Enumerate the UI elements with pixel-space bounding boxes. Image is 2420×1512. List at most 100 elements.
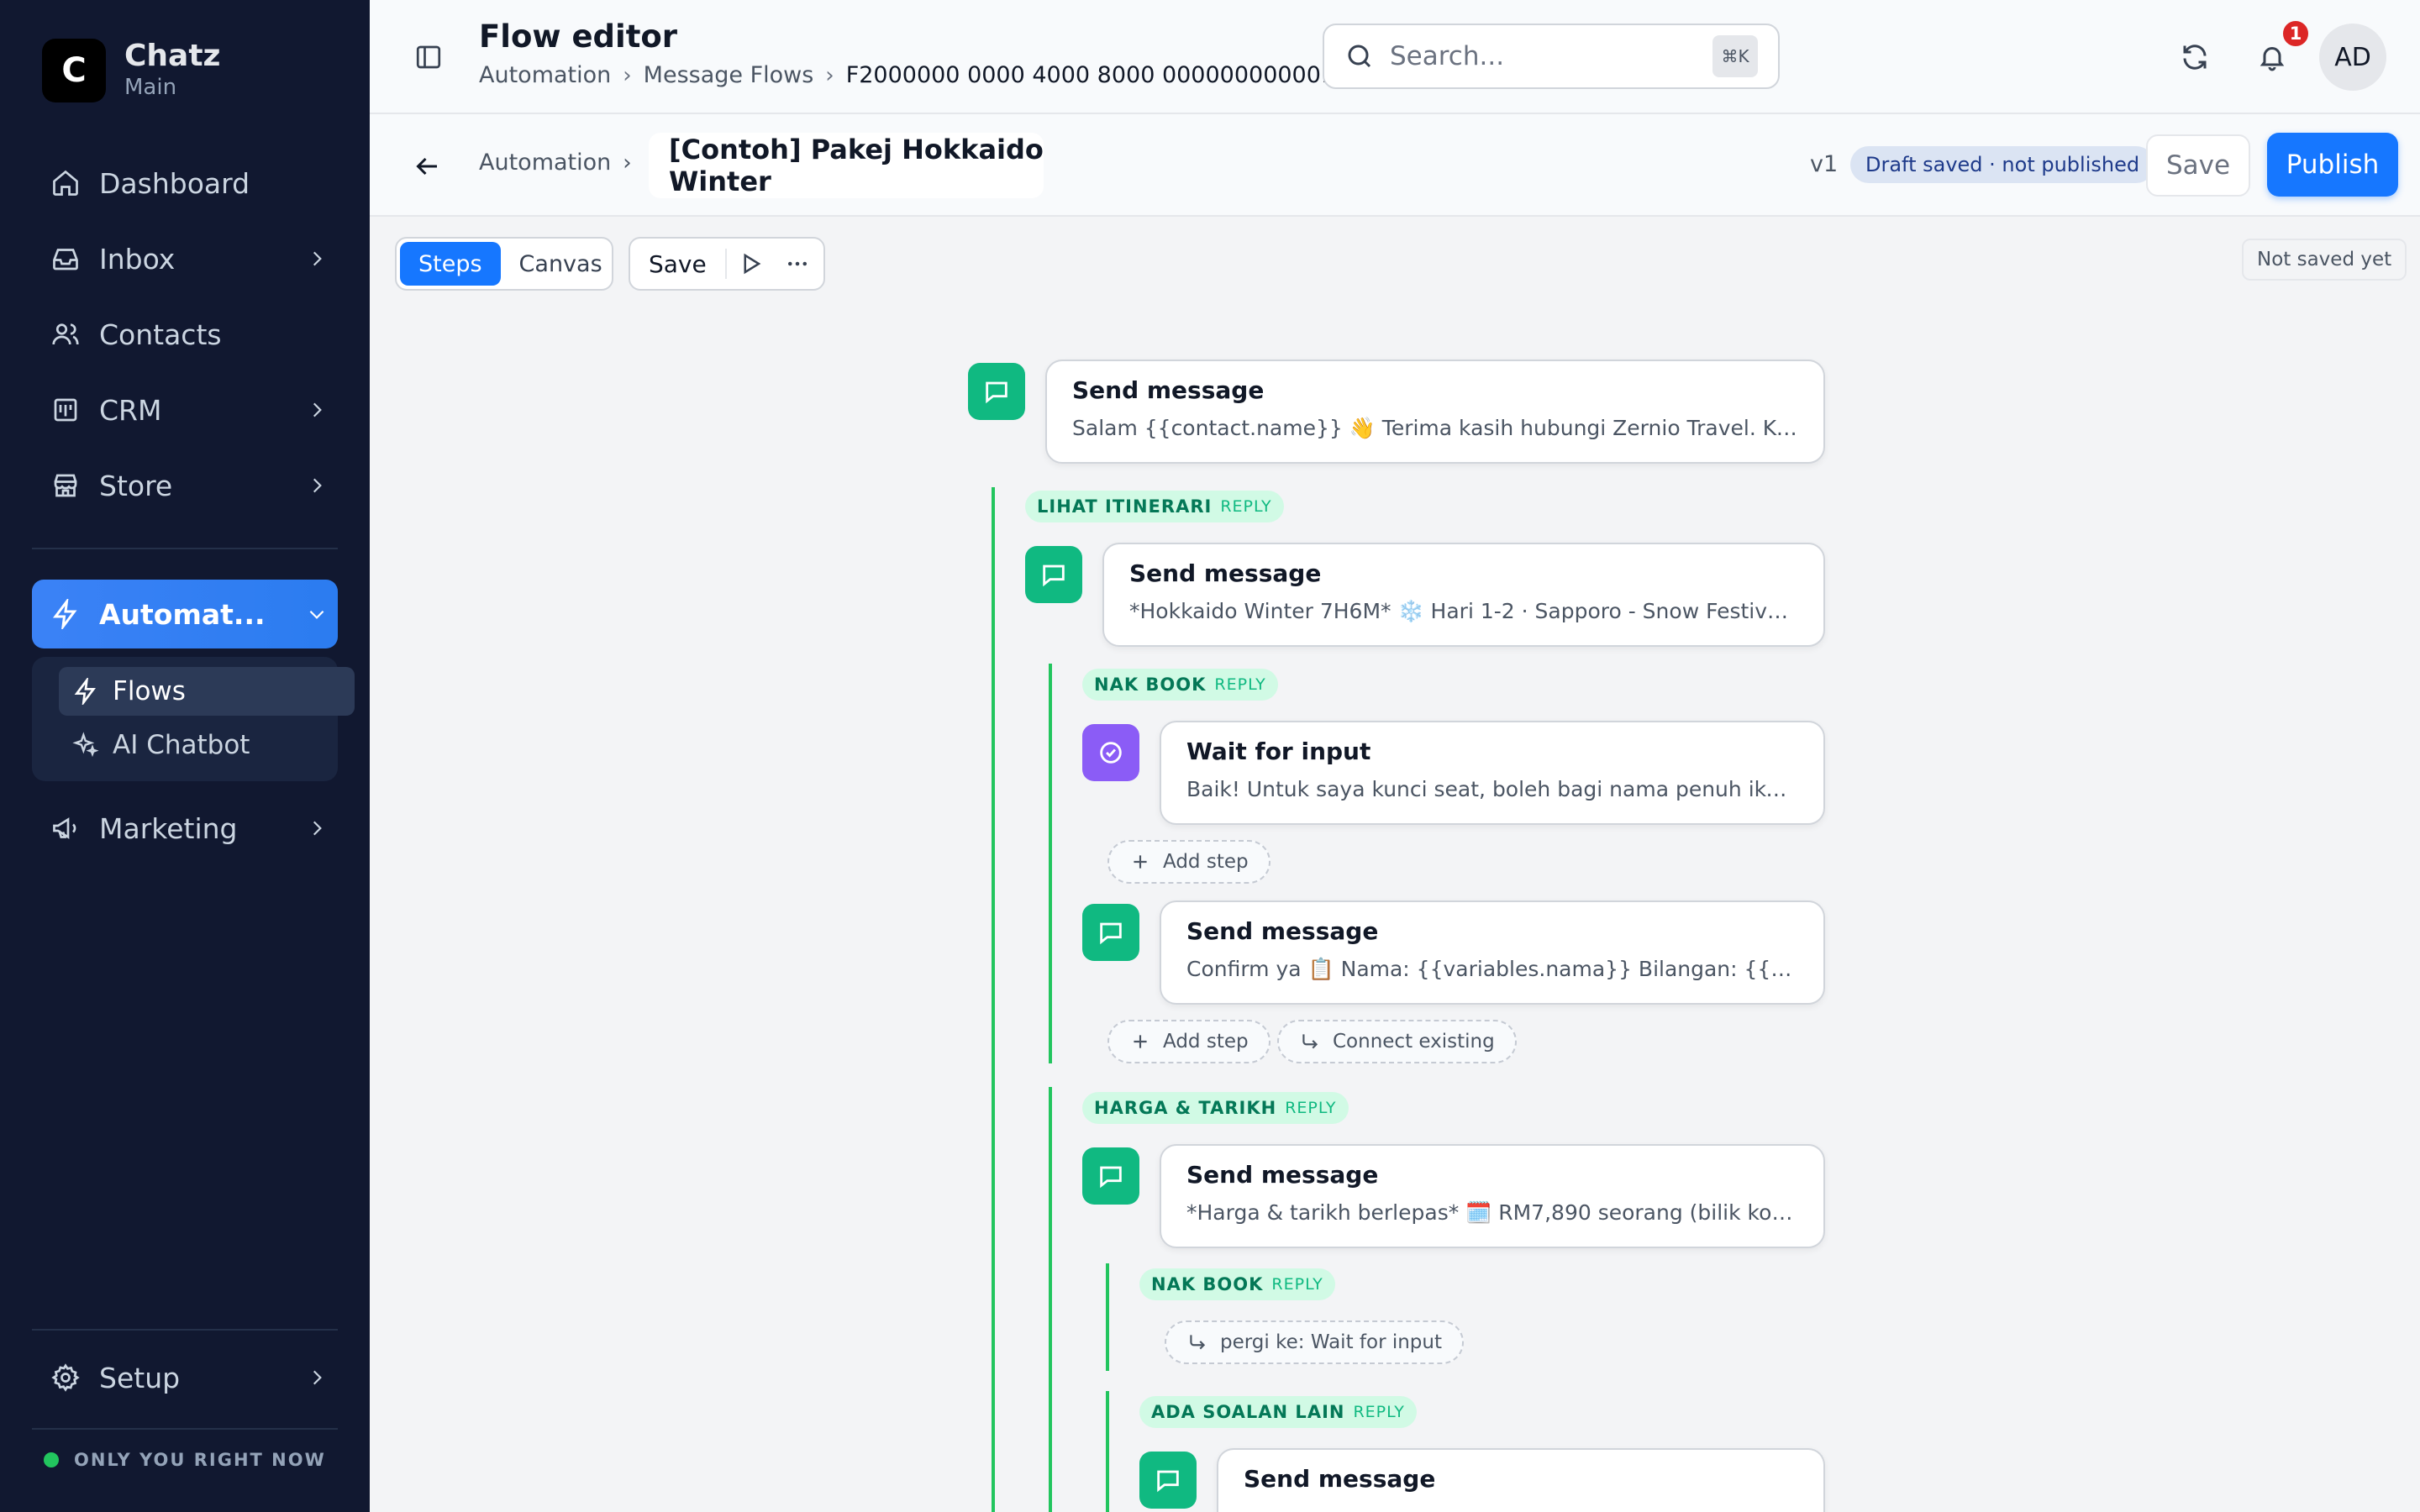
chevron-right-icon: › <box>825 62 834 88</box>
sidebar-item-dashboard[interactable]: Dashboard <box>32 151 338 215</box>
reply-branch-tag[interactable]: NAK BOOK REPLY <box>1139 1268 1335 1300</box>
step-preview: *Harga & tarikh berlepas* 🗓️ RM7,890 seo… <box>1186 1200 1798 1225</box>
step-type-badge <box>1082 904 1139 961</box>
reply-label: NAK BOOK <box>1094 675 1207 695</box>
sparkles-icon <box>59 732 113 759</box>
sidebar-item-inbox[interactable]: Inbox <box>32 227 338 291</box>
add-step-button[interactable]: Add step <box>1107 1020 1270 1063</box>
sidebar-item-automation[interactable]: Automat... <box>32 580 338 648</box>
view-mode-toggle: Steps Canvas <box>395 237 613 291</box>
message-icon <box>986 381 1007 404</box>
sidebar-subitem-flows[interactable]: Flows <box>59 667 355 716</box>
flow-step-card[interactable]: Send message Salam {{contact.name}} 👋 Te… <box>1045 360 1825 464</box>
notification-badge: 1 <box>2281 18 2311 49</box>
message-icon <box>1100 1166 1122 1189</box>
flow-header: Automation › [Contoh] Pakej Hokkaido Win… <box>370 114 2420 217</box>
flow-step-card[interactable]: Send message Confirm ya 📋 Nama: {{variab… <box>1160 900 1825 1005</box>
reply-label: LIHAT ITINERARI <box>1037 496 1213 517</box>
sidebar-item-contacts[interactable]: Contacts <box>32 302 338 366</box>
brand-logo: C <box>42 39 106 102</box>
more-options-button[interactable] <box>774 251 821 276</box>
online-dot-icon <box>44 1452 59 1467</box>
sidebar-toggle-icon[interactable] <box>413 42 444 72</box>
refresh-icon <box>2183 45 2207 70</box>
breadcrumb: Automation › Message Flows › F2000000 00… <box>479 62 1335 88</box>
chevron-right-icon <box>296 1367 338 1389</box>
bell-icon <box>2260 47 2285 71</box>
bolt-icon <box>32 599 99 629</box>
reply-label: HARGA & TARIKH <box>1094 1098 1277 1118</box>
avatar[interactable]: AD <box>2319 24 2386 91</box>
flow-step-card[interactable]: Send message *Hokkaido Winter 7H6M* ❄️ H… <box>1102 543 1825 647</box>
chevron-down-icon <box>296 603 338 625</box>
sidebar-item-label: Automat... <box>99 597 266 631</box>
back-arrow-icon[interactable] <box>412 151 442 181</box>
message-icon <box>1157 1470 1179 1493</box>
breadcrumb-message-flows[interactable]: Message Flows <box>644 62 814 88</box>
sidebar: C Chatz Main Dashboard Inbox Contacts CR… <box>0 0 370 1512</box>
gear-icon <box>32 1362 99 1393</box>
reply-kind: REPLY <box>1220 497 1272 516</box>
flow-name-field[interactable]: [Contoh] Pakej Hokkaido Winter <box>649 133 1044 198</box>
chevron-right-icon <box>296 475 338 496</box>
workspace-name: Main <box>124 75 177 100</box>
breadcrumb-current: F2000000 0000 4000 8000 000000000001 <box>845 62 1336 88</box>
refresh-button[interactable] <box>2173 35 2217 79</box>
tab-steps[interactable]: Steps <box>400 242 501 286</box>
bolt-icon <box>59 678 113 705</box>
plus-icon <box>1134 1035 1147 1048</box>
add-step-label: Add step <box>1163 851 1249 873</box>
breadcrumb-automation[interactable]: Automation <box>479 62 611 88</box>
search-icon <box>1348 45 1371 68</box>
step-type-badge <box>1082 1147 1139 1205</box>
presence-text: ONLY YOU RIGHT NOW <box>74 1450 326 1470</box>
add-step-button[interactable]: Add step <box>1107 840 1270 884</box>
step-preview: *Hokkaido Winter 7H6M* ❄️ Hari 1-2 · Sap… <box>1129 599 1798 623</box>
chevron-right-icon <box>296 817 338 839</box>
brand-name: Chatz <box>124 39 221 73</box>
sidebar-subitem-ai-chatbot[interactable]: AI Chatbot <box>59 721 355 769</box>
plus-icon <box>1134 855 1147 869</box>
sidebar-divider <box>32 548 338 549</box>
sidebar-item-crm[interactable]: CRM <box>32 378 338 442</box>
play-icon <box>744 253 761 275</box>
reply-branch-tag[interactable]: HARGA & TARIKH REPLY <box>1082 1092 1349 1124</box>
sidebar-subitem-label: Flows <box>113 676 186 706</box>
chevron-right-icon <box>296 399 338 421</box>
home-icon <box>32 168 99 198</box>
chevron-right-icon <box>296 248 338 270</box>
goto-step-link[interactable]: pergi ke: Wait for input <box>1165 1320 1464 1364</box>
step-type-badge <box>1082 724 1139 781</box>
reply-label: ADA SOALAN LAIN <box>1151 1402 1345 1422</box>
publish-button[interactable]: Publish <box>2267 133 2398 197</box>
more-horizontal-icon <box>787 261 807 266</box>
sidebar-item-setup[interactable]: Setup <box>32 1346 338 1410</box>
reply-branch-tag[interactable]: NAK BOOK REPLY <box>1082 669 1278 701</box>
flow-step-card[interactable]: Wait for input Baik! Untuk saya kunci se… <box>1160 721 1825 825</box>
search-box[interactable]: ⌘K <box>1323 24 1780 89</box>
reply-branch-tag[interactable]: LIHAT ITINERARI REPLY <box>1025 491 1284 522</box>
search-input[interactable] <box>1390 41 1692 71</box>
save-status: Not saved yet <box>2242 239 2407 281</box>
sidebar-item-label: Dashboard <box>99 166 250 200</box>
connect-existing-button[interactable]: Connect existing <box>1277 1020 1517 1063</box>
flow-step-card[interactable]: Send message *Harga & tarikh berlepas* 🗓… <box>1160 1144 1825 1248</box>
tab-canvas[interactable]: Canvas <box>501 242 621 286</box>
flow-step-card[interactable]: Send message <box>1217 1448 1825 1512</box>
test-run-button[interactable] <box>727 251 774 276</box>
reply-kind: REPLY <box>1285 1099 1337 1117</box>
message-icon <box>1043 564 1065 587</box>
sidebar-item-marketing[interactable]: Marketing <box>32 796 338 860</box>
flow-breadcrumb-automation[interactable]: Automation <box>479 150 611 176</box>
step-preview: Baik! Untuk saya kunci seat, boleh bagi … <box>1186 777 1798 801</box>
brand[interactable]: C Chatz Main <box>42 39 221 102</box>
version-label: v1 <box>1810 151 1839 177</box>
chevron-right-icon: › <box>623 62 632 88</box>
toolbar-save-button[interactable]: Save <box>630 250 725 278</box>
step-title: Send message <box>1072 376 1265 404</box>
chevron-right-icon: › <box>623 150 632 176</box>
presence-status: ONLY YOU RIGHT NOW <box>44 1450 326 1470</box>
reply-branch-tag[interactable]: ADA SOALAN LAIN REPLY <box>1139 1396 1417 1428</box>
sidebar-item-store[interactable]: Store <box>32 454 338 517</box>
save-button[interactable]: Save <box>2146 134 2250 197</box>
